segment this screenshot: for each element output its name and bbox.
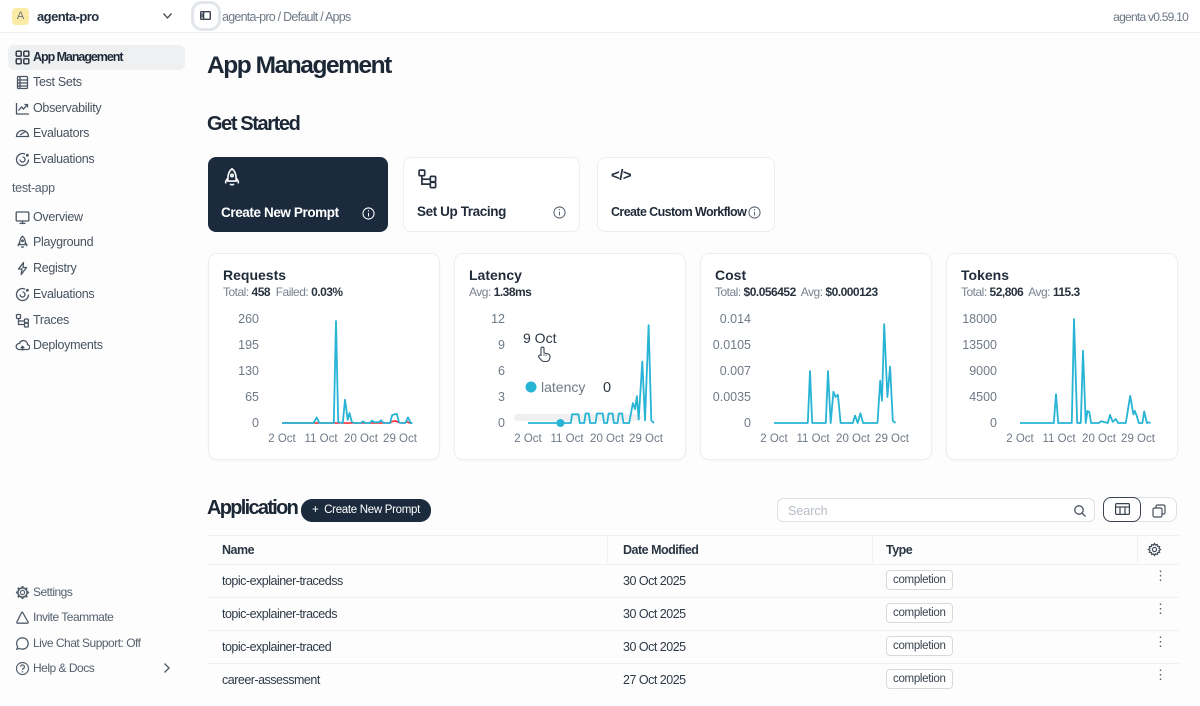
svg-text:0: 0 [990, 416, 997, 430]
svg-text:29 Oct: 29 Oct [1121, 433, 1156, 445]
svg-text:29 Oct: 29 Oct [875, 433, 910, 445]
svg-text:2 Oct: 2 Oct [268, 433, 296, 445]
svg-text:20 Oct: 20 Oct [344, 433, 379, 445]
svg-text:9: 9 [498, 338, 505, 352]
svg-text:12: 12 [491, 312, 505, 326]
svg-text:6: 6 [498, 364, 505, 378]
svg-text:2 Oct: 2 Oct [760, 433, 788, 445]
svg-text:195: 195 [238, 338, 259, 352]
svg-text:0.0105: 0.0105 [713, 338, 751, 352]
svg-text:4500: 4500 [969, 390, 997, 404]
svg-text:3: 3 [498, 390, 505, 404]
svg-text:latency: latency [541, 379, 585, 395]
svg-text:29 Oct: 29 Oct [629, 433, 664, 445]
svg-text:20 Oct: 20 Oct [836, 433, 871, 445]
svg-text:29 Oct: 29 Oct [383, 433, 418, 445]
svg-text:9 Oct: 9 Oct [523, 330, 557, 346]
svg-text:20 Oct: 20 Oct [1082, 433, 1117, 445]
svg-text:0: 0 [603, 380, 611, 396]
svg-text:0: 0 [252, 416, 259, 430]
svg-text:0: 0 [744, 416, 751, 430]
svg-text:0.007: 0.007 [720, 364, 751, 378]
svg-text:2 Oct: 2 Oct [514, 433, 542, 445]
svg-text:11 Oct: 11 Oct [304, 433, 338, 445]
svg-text:11 Oct: 11 Oct [1042, 433, 1076, 445]
svg-text:260: 260 [238, 312, 259, 326]
svg-text:11 Oct: 11 Oct [796, 433, 830, 445]
svg-text:2 Oct: 2 Oct [1006, 433, 1034, 445]
svg-text:65: 65 [245, 390, 259, 404]
svg-text:0: 0 [498, 416, 505, 430]
svg-text:0.014: 0.014 [720, 312, 751, 326]
svg-text:18000: 18000 [962, 312, 997, 326]
svg-text:11 Oct: 11 Oct [550, 433, 584, 445]
svg-text:130: 130 [238, 364, 259, 378]
svg-text:13500: 13500 [962, 338, 997, 352]
svg-text:9000: 9000 [969, 364, 997, 378]
svg-text:20 Oct: 20 Oct [590, 433, 625, 445]
svg-text:0.0035: 0.0035 [713, 390, 751, 404]
